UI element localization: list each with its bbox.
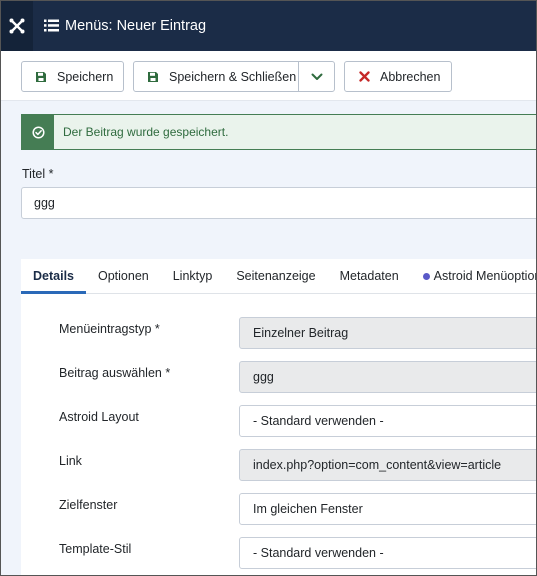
select-article-label: Beitrag auswählen * <box>59 366 171 380</box>
floppy-disk-icon <box>35 71 47 83</box>
target-window-value: Im gleichen Fenster <box>253 502 363 516</box>
save-close-button-group: Speichern & Schließen <box>133 61 335 92</box>
template-style-value: - Standard verwenden - <box>253 546 384 560</box>
chevron-down-icon <box>311 73 323 81</box>
tab-metadata[interactable]: Metadaten <box>328 259 411 293</box>
save-options-dropdown-toggle[interactable] <box>299 62 334 91</box>
page-title-text: Menüs: Neuer Eintrag <box>65 17 207 34</box>
tab-label: Seitenanzeige <box>236 269 316 283</box>
cancel-button[interactable]: Abbrechen <box>344 61 452 92</box>
link-field[interactable]: index.php?option=com_content&view=articl… <box>239 449 537 481</box>
alert-message: Der Beitrag wurde gespeichert. <box>63 125 229 139</box>
alert-icon-bar <box>22 115 54 149</box>
template-style-label: Template-Stil <box>59 542 132 556</box>
link-value: index.php?option=com_content&view=articl… <box>253 458 502 472</box>
target-window-label: Zielfenster <box>59 498 118 512</box>
save-close-button[interactable]: Speichern & Schließen <box>134 62 300 91</box>
list-icon <box>44 19 59 32</box>
tab-label: Linktyp <box>172 269 213 283</box>
tab-label: Metadaten <box>339 269 399 283</box>
cancel-button-label: Abbrechen <box>380 69 441 84</box>
menu-item-type-value: Einzelner Beitrag <box>253 326 349 340</box>
tab-page-display[interactable]: Seitenanzeige <box>224 259 327 293</box>
astroid-layout-value: - Standard verwenden - <box>253 414 384 428</box>
template-style-select[interactable]: - Standard verwenden - <box>239 537 537 569</box>
success-alert: Der Beitrag wurde gespeichert. <box>21 114 537 150</box>
tab-link-type[interactable]: Linktyp <box>161 259 225 293</box>
title-label: Titel * <box>22 167 54 181</box>
save-button[interactable]: Speichern <box>21 61 124 92</box>
astroid-layout-select[interactable]: - Standard verwenden - <box>239 405 537 437</box>
tab-astroid-menu-options[interactable]: Astroid Menüoptionen <box>411 259 537 293</box>
tab-label: Optionen <box>98 269 149 283</box>
app-header: Menüs: Neuer Eintrag <box>0 0 537 51</box>
x-icon <box>359 71 370 82</box>
floppy-disk-icon <box>147 71 159 83</box>
select-article-value: ggg <box>253 370 274 384</box>
tab-label: Astroid Menüoptionen <box>433 269 537 283</box>
select-article-field[interactable]: ggg <box>239 361 537 393</box>
save-button-label: Speichern <box>57 69 114 84</box>
astroid-dot-icon <box>422 272 430 280</box>
astroid-layout-label: Astroid Layout <box>59 410 139 424</box>
menu-item-type-field[interactable]: Einzelner Beitrag <box>239 317 537 349</box>
title-input[interactable] <box>21 187 537 219</box>
target-window-select[interactable]: Im gleichen Fenster <box>239 493 537 525</box>
page-title: Menüs: Neuer Eintrag <box>44 18 206 34</box>
tab-options[interactable]: Optionen <box>86 259 161 293</box>
save-close-button-label: Speichern & Schließen <box>169 69 297 84</box>
joomla-logo-icon[interactable] <box>0 0 33 51</box>
check-circle-icon <box>31 125 45 139</box>
tab-details[interactable]: Details <box>21 259 86 294</box>
tab-label: Details <box>33 269 74 283</box>
toolbar: Speichern Speichern & Schließen Abbreche… <box>0 51 537 101</box>
menu-item-type-label: Menüeintragstyp * <box>59 322 160 336</box>
tab-bar: Details Optionen Linktyp Seitenanzeige M… <box>21 259 537 294</box>
link-label: Link <box>59 454 82 468</box>
